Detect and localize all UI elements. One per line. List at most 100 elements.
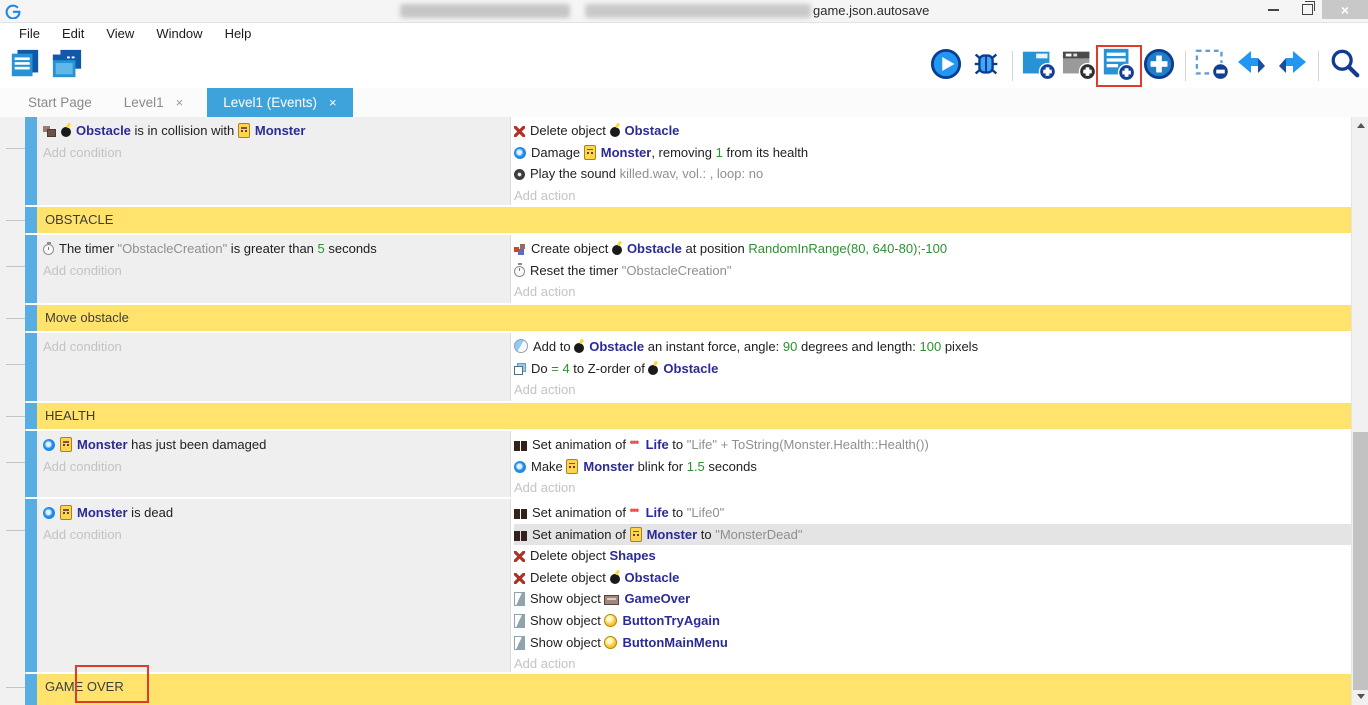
event-selection-bar xyxy=(25,235,37,303)
text-segment: from its health xyxy=(723,145,808,160)
event-selection-bar xyxy=(25,674,37,705)
text-segment: , removing xyxy=(651,145,715,160)
text-segment: Reset the timer xyxy=(530,263,622,278)
event-selection-bar xyxy=(25,431,37,497)
condition-line[interactable]: Obstacle is in collision with Monster xyxy=(43,120,504,142)
event-selection-bar xyxy=(25,305,37,331)
zorder-icon xyxy=(514,363,526,375)
debug-button[interactable] xyxy=(967,46,1005,86)
condition-line[interactable]: Monster is dead xyxy=(43,502,504,524)
text-segment: Add action xyxy=(514,284,575,299)
tab-label: Level1 (Events) xyxy=(223,95,317,110)
search-icon xyxy=(1329,48,1361,85)
event-group-row[interactable]: OBSTACLE xyxy=(37,207,1351,233)
gdevelop-logo-icon xyxy=(5,3,21,19)
add-condition-button[interactable]: Add condition xyxy=(43,336,504,358)
preview-button[interactable] xyxy=(927,46,965,86)
minimize-button[interactable] xyxy=(1258,0,1288,19)
event-group-row[interactable]: Move obstacle xyxy=(37,305,1351,331)
animation-icon xyxy=(514,509,527,519)
event-group-label[interactable]: OBSTACLE xyxy=(37,207,1351,233)
menu-item-window[interactable]: Window xyxy=(145,23,213,44)
scrollbar-thumb[interactable] xyxy=(1353,432,1368,690)
menu-item-help[interactable]: Help xyxy=(214,23,263,44)
action-line[interactable]: Delete object Obstacle xyxy=(514,120,1351,142)
vertical-scrollbar[interactable] xyxy=(1351,117,1368,705)
life-icon xyxy=(630,507,645,519)
tree-tick xyxy=(6,462,25,463)
action-line[interactable]: Show object ButtonTryAgain xyxy=(514,610,1351,632)
text-segment: Add condition xyxy=(43,339,122,354)
bomb-icon xyxy=(648,365,658,375)
tab-level1[interactable]: Level1× xyxy=(108,88,199,117)
menu-item-edit[interactable]: Edit xyxy=(51,23,95,44)
add-action-button[interactable]: Add action xyxy=(514,477,1351,497)
add-event-button[interactable] xyxy=(1100,46,1138,86)
action-line[interactable]: Show object ButtonMainMenu xyxy=(514,632,1351,654)
tab-start-page[interactable]: Start Page xyxy=(12,88,108,117)
tab-close-icon[interactable]: × xyxy=(329,95,337,110)
text-segment: Make xyxy=(531,459,566,474)
add-action-button[interactable]: Add action xyxy=(514,379,1351,401)
add-condition-button[interactable]: Add condition xyxy=(43,260,504,282)
condition-line[interactable]: The timer "ObstacleCreation" is greater … xyxy=(43,238,504,260)
action-line[interactable]: Damage Monster, removing 1 from its heal… xyxy=(514,142,1351,164)
menu-item-view[interactable]: View xyxy=(95,23,145,44)
delete-event-button[interactable] xyxy=(1193,46,1231,86)
event-row: Monster is deadAdd condition Set animatio… xyxy=(37,499,1351,672)
conditions-cell: Obstacle is in collision with MonsterAdd… xyxy=(37,117,510,205)
restore-button[interactable] xyxy=(1292,0,1322,19)
button-icon xyxy=(604,614,617,627)
menu-item-file[interactable]: File xyxy=(8,23,51,44)
action-line[interactable]: Add to Obstacle an instant force, angle:… xyxy=(514,336,1351,358)
event-group-label[interactable]: HEALTH xyxy=(37,403,1351,429)
action-line[interactable]: Make Monster blink for 1.5 seconds xyxy=(514,456,1351,478)
add-condition-button[interactable]: Add condition xyxy=(43,524,504,546)
health-icon xyxy=(514,147,526,159)
event-selection-bar xyxy=(25,333,37,401)
remove-event-icon xyxy=(1194,47,1230,86)
scroll-down-arrow[interactable] xyxy=(1352,688,1368,705)
add-condition-button[interactable]: Add condition xyxy=(43,142,504,164)
search-button[interactable] xyxy=(1326,46,1364,86)
toolbar-separator xyxy=(1012,51,1013,81)
scroll-up-arrow[interactable] xyxy=(1352,117,1368,134)
action-line[interactable]: Play the sound killed.wav, vol.: , loop:… xyxy=(514,163,1351,185)
event-group-label[interactable]: Move obstacle xyxy=(37,305,1351,331)
text-segment: to xyxy=(697,527,715,542)
add-action-button[interactable]: Add action xyxy=(514,281,1351,303)
add-button[interactable] xyxy=(1140,46,1178,86)
action-line[interactable]: Delete object Obstacle xyxy=(514,567,1351,589)
add-action-button[interactable]: Add action xyxy=(514,653,1351,672)
action-line[interactable]: Reset the timer "ObstacleCreation" xyxy=(514,260,1351,282)
action-line[interactable]: Delete object Shapes xyxy=(514,545,1351,567)
text-segment: Obstacle xyxy=(627,241,682,256)
event-group-row[interactable]: HEALTH xyxy=(37,403,1351,429)
action-line[interactable]: Create object Obstacle at position Rando… xyxy=(514,238,1351,260)
action-line[interactable]: Set animation of Life to "Life" + ToStri… xyxy=(514,434,1351,456)
tab-level1-events[interactable]: Level1 (Events) × xyxy=(207,88,352,117)
project-manager-button[interactable] xyxy=(6,46,44,86)
event-group-row[interactable]: GAME OVER xyxy=(37,674,1351,705)
condition-line[interactable]: Monster has just been damaged xyxy=(43,434,504,456)
action-line[interactable]: Set animation of Monster to "MonsterDead… xyxy=(514,524,1351,546)
add-external-events-button[interactable] xyxy=(1060,46,1098,86)
text-segment: is in collision with xyxy=(131,123,238,138)
add-action-button[interactable]: Add action xyxy=(514,185,1351,205)
add-condition-button[interactable]: Add condition xyxy=(43,456,504,478)
health-icon xyxy=(514,461,526,473)
collision-icon xyxy=(43,126,56,137)
action-line[interactable]: Show object GameOver xyxy=(514,588,1351,610)
scene-editor-button[interactable] xyxy=(48,46,86,86)
event-group-label[interactable]: GAME OVER xyxy=(37,674,1351,700)
text-segment: "ObstacleCreation" xyxy=(622,263,732,278)
action-line[interactable]: Set animation of Life to "Life0" xyxy=(514,502,1351,524)
tab-close-icon[interactable]: × xyxy=(176,95,184,110)
action-line[interactable]: Do = 4 to Z-order of Obstacle xyxy=(514,358,1351,380)
add-scene-button[interactable] xyxy=(1020,46,1058,86)
redo-button[interactable] xyxy=(1273,46,1311,86)
close-button[interactable]: × xyxy=(1322,0,1368,19)
toolbar-separator xyxy=(1185,51,1186,81)
undo-button[interactable] xyxy=(1233,46,1271,86)
text-segment: Add to xyxy=(533,339,574,354)
